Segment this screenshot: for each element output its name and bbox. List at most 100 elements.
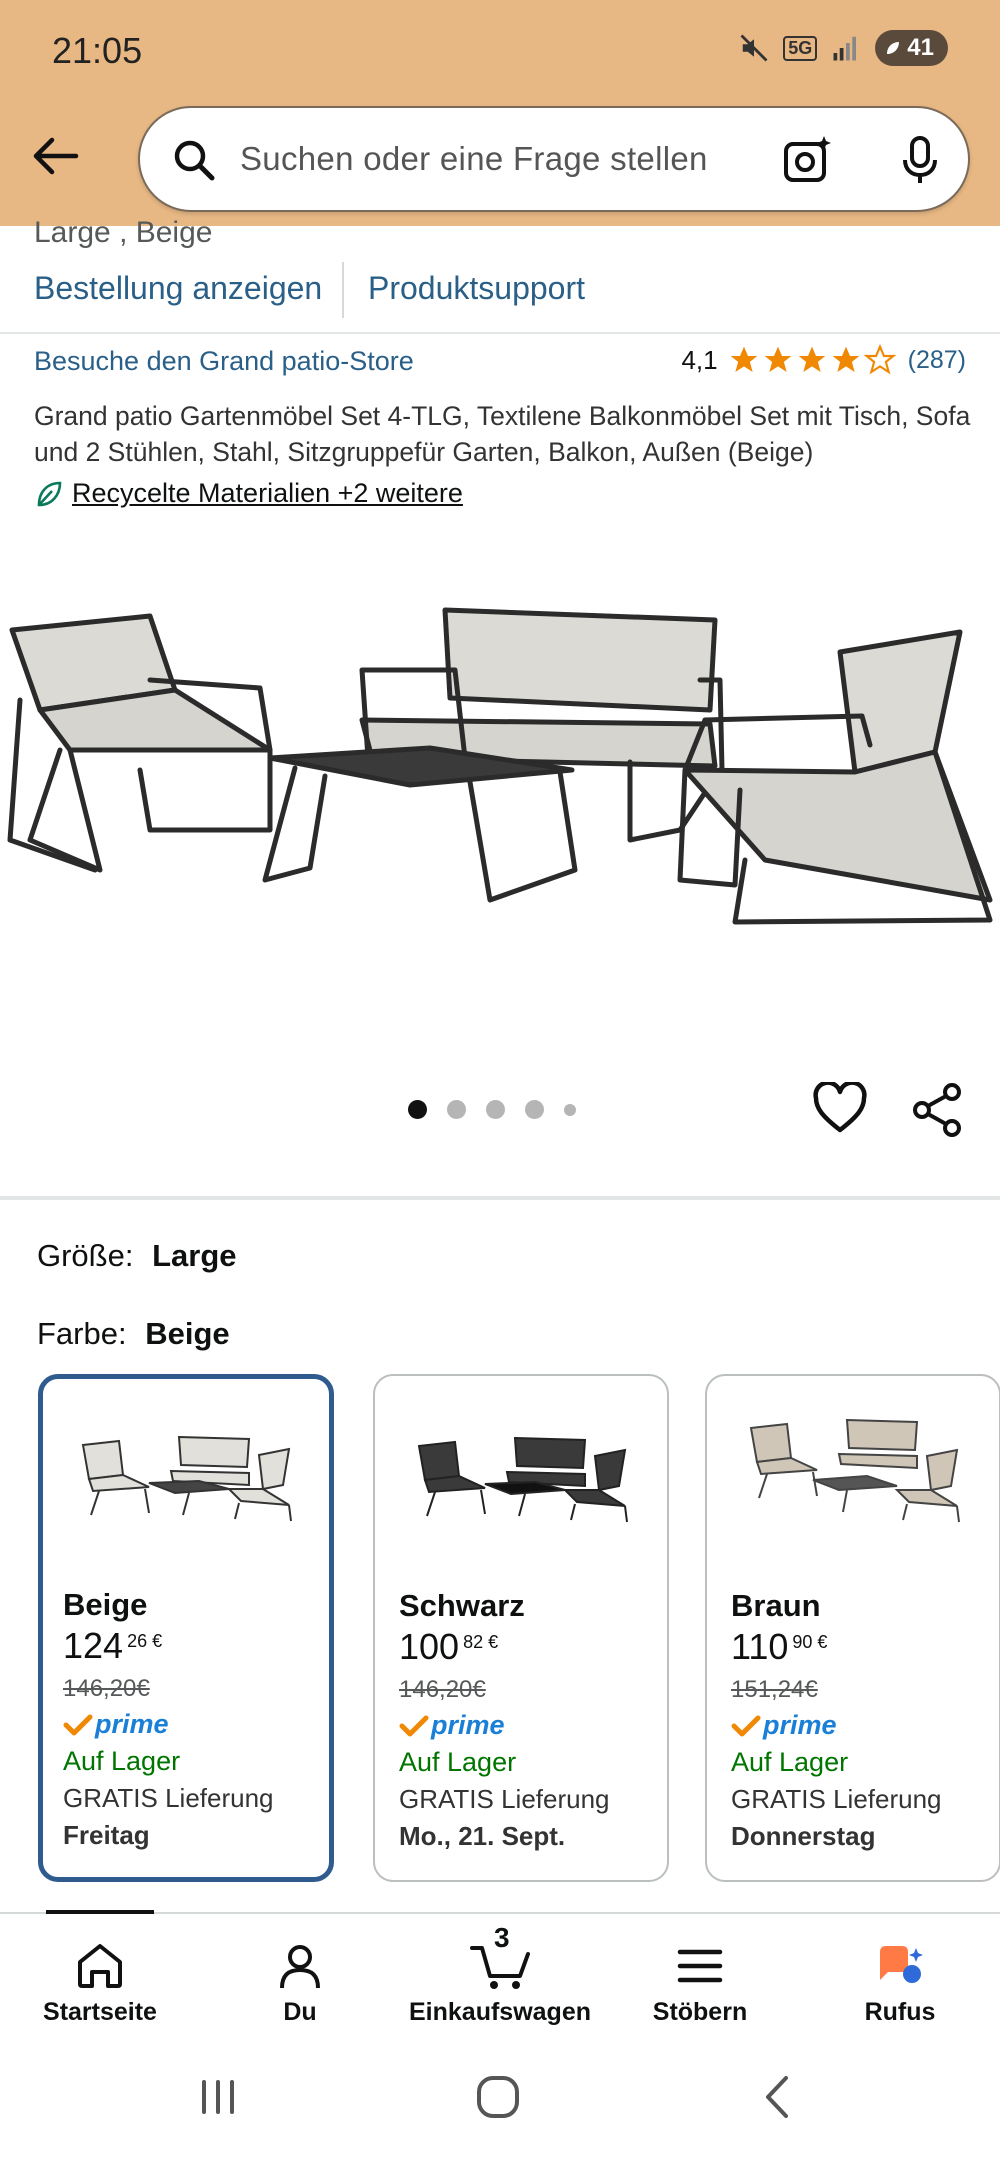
star-empty-icon xyxy=(863,344,896,375)
star-full-icon xyxy=(730,346,757,372)
search-input[interactable]: Suchen oder eine Frage stellen xyxy=(240,140,708,178)
prime-check-icon xyxy=(731,1715,761,1736)
stock-status: Auf Lager xyxy=(63,1746,181,1776)
stock-status: Auf Lager xyxy=(731,1747,849,1777)
user-icon xyxy=(280,1945,320,1989)
battery-indicator: 41 xyxy=(875,30,948,66)
nav-browse[interactable]: Stöbern xyxy=(600,1914,800,2054)
delivery-text: GRATIS Lieferung xyxy=(399,1784,610,1814)
swatch-details: Beige 124 26 € 146,20€ prime Auf Lager G… xyxy=(63,1587,274,1851)
carousel-dot[interactable] xyxy=(564,1103,576,1116)
swatch-image xyxy=(417,1436,628,1523)
price-cents: 26 € xyxy=(127,1631,163,1651)
swatch-name: Beige xyxy=(63,1587,148,1622)
swatch-image xyxy=(81,1435,292,1522)
price-whole: 100 xyxy=(399,1626,460,1667)
stock-status: Auf Lager xyxy=(399,1747,517,1777)
product-support-link[interactable]: Produktsupport xyxy=(368,270,585,307)
microphone-icon[interactable] xyxy=(892,132,948,188)
swatch-price: 124 26 € xyxy=(63,1625,274,1667)
network-badge: 5G xyxy=(783,35,818,61)
product-image[interactable] xyxy=(0,540,1000,1000)
nav-rufus[interactable]: Rufus xyxy=(800,1914,1000,2054)
leaf-icon xyxy=(37,481,62,506)
price-cents: 90 € xyxy=(792,1632,828,1652)
swatch-name: Schwarz xyxy=(399,1588,525,1623)
store-link[interactable]: Besuche den Grand patio-Store xyxy=(34,346,414,377)
previous-order-variant: Large , Beige xyxy=(34,216,213,249)
battery-leaf-icon xyxy=(887,42,900,54)
swatch-image xyxy=(749,1418,960,1523)
old-price: 146,20€ xyxy=(63,1675,150,1702)
nav-you[interactable]: Du xyxy=(200,1914,400,2054)
delivery-day: Mo., 21. Sept. xyxy=(399,1821,566,1851)
carousel-dot[interactable] xyxy=(525,1100,544,1119)
divider xyxy=(0,332,1000,334)
menu-icon xyxy=(677,1949,723,1983)
home-icon xyxy=(78,1944,122,1988)
size-label: Größe: xyxy=(37,1238,134,1273)
star-full-icon xyxy=(832,346,859,372)
old-price: 151,24€ xyxy=(731,1676,818,1703)
swatch-details: Schwarz 100 82 € 146,20€ prime Auf Lager… xyxy=(399,1588,610,1852)
divider xyxy=(342,262,344,318)
star-full-icon xyxy=(764,346,791,372)
signal-icon xyxy=(833,36,857,61)
order-links: Bestellung anzeigen Produktsupport xyxy=(0,262,1000,334)
color-label: Farbe: xyxy=(37,1316,127,1351)
swatch-price: 110 90 € xyxy=(731,1626,942,1668)
old-price: 146,20€ xyxy=(399,1676,486,1703)
view-order-link[interactable]: Bestellung anzeigen xyxy=(34,270,322,307)
carousel-dot[interactable] xyxy=(447,1100,466,1119)
nav-home[interactable]: Startseite xyxy=(0,1914,200,2054)
color-swatch-braun[interactable]: Braun 110 90 € 151,24€ prime Auf Lager G… xyxy=(705,1374,1000,1882)
recent-apps-icon[interactable] xyxy=(196,2072,240,2122)
sustainability-text: Recycelte Materialien +2 weitere xyxy=(72,478,463,508)
battery-level: 41 xyxy=(907,34,934,61)
size-selector: Größe: Large xyxy=(37,1238,237,1274)
rating-stars xyxy=(728,344,896,376)
mute-icon xyxy=(740,34,768,62)
swatch-name: Braun xyxy=(731,1588,821,1623)
rating[interactable]: 4,1 (287) xyxy=(681,344,966,376)
bottom-navigation: Startseite Du 3 Einkaufswagen Stöbern Ru… xyxy=(0,1914,1000,2054)
rating-value: 4,1 xyxy=(681,344,718,375)
prime-label: prime xyxy=(763,1710,837,1740)
nav-cart-label: Einkaufswagen xyxy=(409,1998,591,2026)
prime-label: prime xyxy=(95,1709,169,1739)
carousel-dot[interactable] xyxy=(408,1100,427,1119)
nav-cart[interactable]: 3 Einkaufswagen xyxy=(400,1914,600,2054)
prime-label: prime xyxy=(431,1710,505,1740)
share-button[interactable] xyxy=(910,1082,966,1143)
carousel-dot[interactable] xyxy=(486,1100,505,1119)
status-time: 21:05 xyxy=(52,30,143,71)
cart-icon xyxy=(470,1946,530,1989)
app-header: 21:05 5G 41 Suchen oder eine Frage stell… xyxy=(0,0,1000,226)
sustainability-link[interactable]: Recycelte Materialien +2 weitere xyxy=(34,478,463,509)
home-system-icon[interactable] xyxy=(474,2072,522,2122)
back-system-icon[interactable] xyxy=(758,2072,798,2122)
prime-badge: prime xyxy=(63,1709,274,1740)
delivery-day: Donnerstag xyxy=(731,1821,876,1851)
back-button[interactable] xyxy=(22,126,88,186)
heart-icon xyxy=(813,1080,867,1133)
nav-home-label: Startseite xyxy=(43,1998,157,2026)
camera-lens-icon[interactable] xyxy=(780,132,836,188)
delivery-text: GRATIS Lieferung xyxy=(63,1783,274,1813)
search-bar[interactable]: Suchen oder eine Frage stellen xyxy=(138,106,970,212)
back-arrow-icon xyxy=(33,137,79,175)
image-carousel-dots[interactable] xyxy=(408,1100,576,1119)
swatch-details: Braun 110 90 € 151,24€ prime Auf Lager G… xyxy=(731,1588,942,1852)
size-value: Large xyxy=(152,1238,237,1273)
color-swatch-beige[interactable]: Beige 124 26 € 146,20€ prime Auf Lager G… xyxy=(38,1374,334,1882)
nav-rufus-label: Rufus xyxy=(864,1998,936,2026)
prime-check-icon xyxy=(63,1714,93,1735)
prime-badge: prime xyxy=(399,1710,610,1741)
color-value: Beige xyxy=(145,1316,230,1351)
wishlist-button[interactable] xyxy=(812,1080,868,1139)
search-icon xyxy=(174,140,215,181)
rating-count: (287) xyxy=(907,345,966,374)
delivery-day: Freitag xyxy=(63,1820,150,1850)
share-icon xyxy=(913,1083,961,1137)
color-swatch-schwarz[interactable]: Schwarz 100 82 € 146,20€ prime Auf Lager… xyxy=(373,1374,669,1882)
